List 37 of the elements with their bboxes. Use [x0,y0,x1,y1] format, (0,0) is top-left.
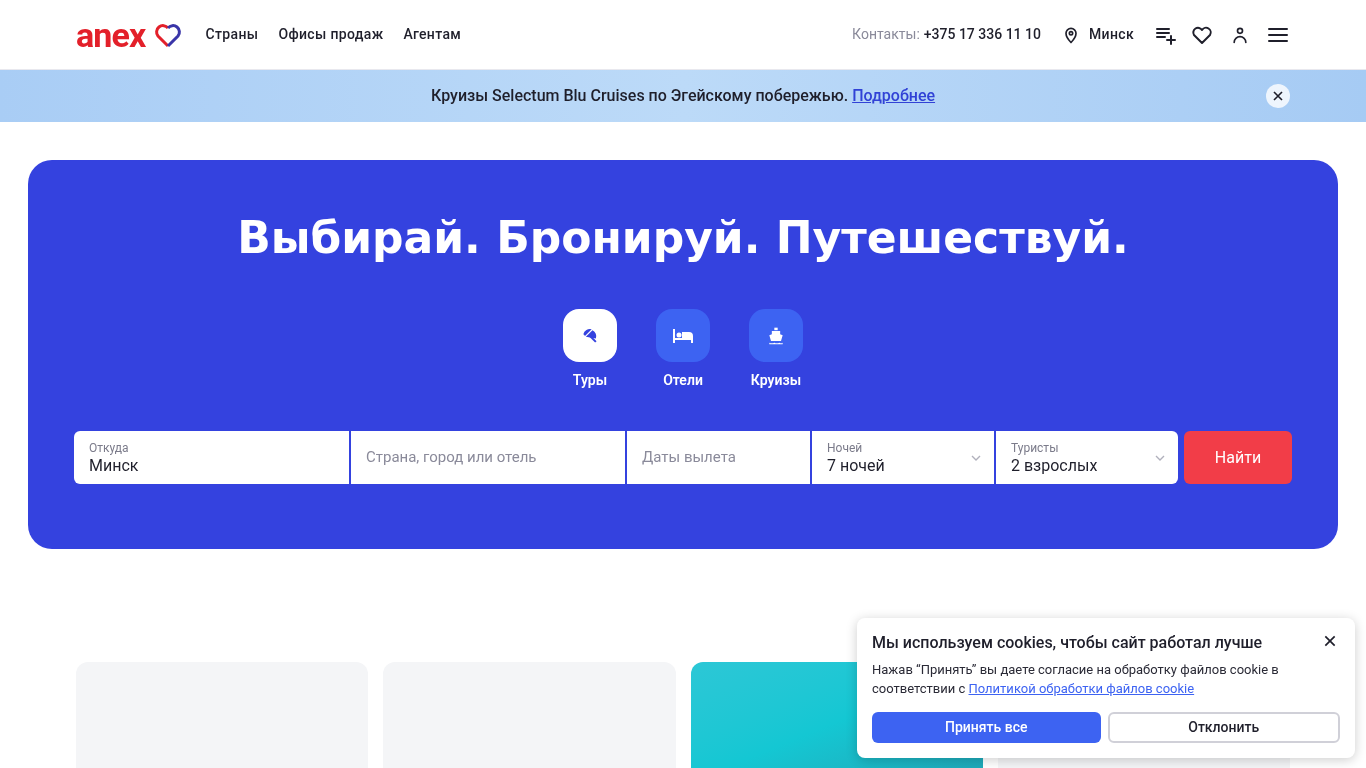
logo[interactable]: anex [76,17,146,52]
field-value: 7 ночей [827,455,886,476]
field-value: Минск [89,455,140,476]
search-field[interactable]: Откуда Минск [74,431,349,484]
cookie-title: Мы используем cookies, чтобы сайт работал лучше [872,632,1263,654]
tab-label: Туры [572,371,608,390]
banner-text: Круизы Selectum Blu Cruises по Эгейскому побережью. Подробнее [430,85,936,107]
phone-link[interactable]: +375 17 336 11 10 [923,24,1041,45]
heart-logo-icon [153,21,182,48]
nav-link[interactable]: Страны [205,24,259,45]
field-label: Ночей [827,439,864,456]
close-button[interactable] [1266,84,1290,108]
search-field[interactable]: Ночей 7 ночей [810,431,994,484]
search-field[interactable]: Туристы 2 взрослых [994,431,1178,484]
search-tab[interactable]: Круизы [749,309,803,391]
search-button[interactable]: Найти [1184,431,1292,484]
search-tab[interactable]: Туры [563,309,617,391]
city-link[interactable]: Минск [1088,24,1134,45]
field-label: Откуда [89,439,130,456]
hero-title: Выбирай. Бронируй. Путешествуй. [237,211,1129,265]
search-tab[interactable]: Отели [656,309,710,391]
banner-link[interactable]: Подробнее [852,86,936,105]
ship-icon [766,325,786,346]
decline-button[interactable]: Отклонить [1107,712,1340,743]
tab-label: Круизы [750,371,802,390]
tab-label: Отели [663,371,703,390]
cookie-text: Нажав “Принять” вы даете согласие на обработку файлов cookie в соответствии с Политикой обработки файлов cookie [872,661,1280,698]
field-placeholder: Страна, город или отель [366,447,538,469]
field-value: 2 взрослых [1011,455,1099,476]
accept-button[interactable]: Принять все [872,712,1101,743]
nav-link[interactable]: Агентам [403,24,462,45]
field-label: Туристы [1011,439,1060,456]
field-placeholder: Даты вылета [642,447,737,469]
close-icon [1322,633,1338,649]
contacts-label: Контакты: [852,25,920,44]
nav-link[interactable]: Офисы продаж [278,24,384,45]
policy-link[interactable]: Политикой обработки файлов cookie [968,681,1195,696]
